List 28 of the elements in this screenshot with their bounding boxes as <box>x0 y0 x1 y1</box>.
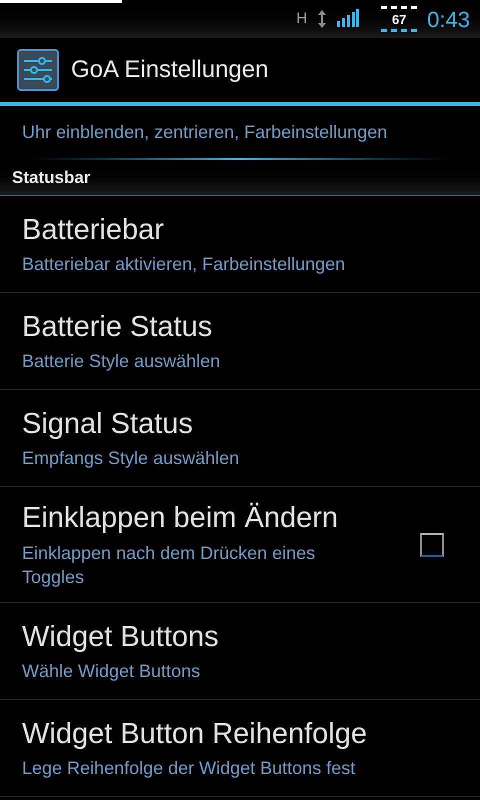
preference-item[interactable]: Widget Buttons Wähle Widget Buttons <box>0 603 480 700</box>
preference-summary: Empfangs Style auswählen <box>22 447 240 470</box>
preference-summary: Batterie Style auswählen <box>22 350 222 374</box>
preference-item[interactable]: Einklappen beim Ändern Einklappen nach dem Drücken eines Toggles <box>0 487 480 603</box>
settings-icon <box>17 49 59 91</box>
preference-title: Signal Status <box>22 406 194 442</box>
preference-title: Batteriebar <box>22 212 165 248</box>
preference-summary: Batteriebar aktivieren, Farbeinstellungen <box>22 253 346 276</box>
data-arrows-icon <box>317 9 328 29</box>
signal-icon <box>337 9 360 29</box>
preference-title: Widget Buttons <box>22 620 220 655</box>
network-type: H <box>296 8 308 29</box>
category-title: Statusbar <box>12 166 90 189</box>
app-title: GoA Einstellungen <box>71 55 268 85</box>
checkbox[interactable] <box>420 532 444 556</box>
preference-item[interactable]: Signal Status Empfangs Style auswählen <box>0 390 480 487</box>
preference-summary: Lege Reihenfolge der Widget Buttons fest <box>22 757 356 780</box>
clock: 0:43 <box>427 6 470 34</box>
preference-summary: Uhr einblenden, zentrieren, Farbeinstellungen <box>22 120 388 144</box>
preference-title: Einklappen beim Ändern <box>22 501 339 536</box>
preference-title: Batterie Status <box>22 310 214 345</box>
preference-item[interactable]: Batteriebar Batteriebar aktivieren, Farbeinstellungen <box>0 196 480 293</box>
battery-indicator: 67 <box>381 6 418 32</box>
preference-summary: Wähle Widget Buttons <box>22 660 202 684</box>
preference-item[interactable]: Batterie Status Batterie Style auswählen <box>0 293 480 390</box>
preference-item[interactable]: Widget Button Reihenfolge Lege Reihenfolge der Widget Buttons fest <box>0 700 480 797</box>
preference-title: Widget Button Reihenfolge <box>22 716 368 752</box>
preference-summary: Einklappen nach dem Drücken eines Toggles <box>22 542 316 589</box>
